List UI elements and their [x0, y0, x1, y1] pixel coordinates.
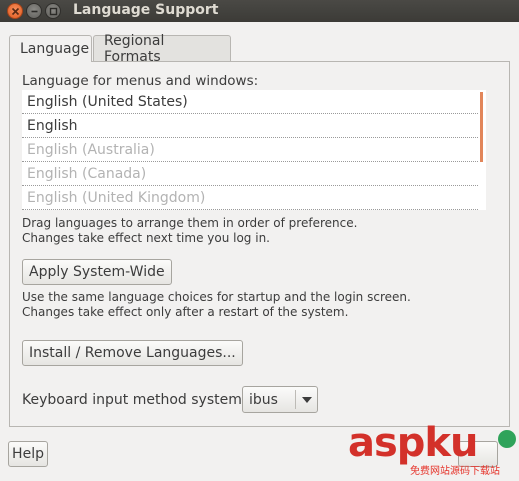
tab-regional-formats[interactable]: Regional Formats: [93, 33, 231, 65]
list-item[interactable]: English (United States): [22, 90, 478, 114]
maximize-icon: [49, 7, 58, 16]
window-title: Language Support: [73, 2, 219, 18]
install-remove-languages-button[interactable]: Install / Remove Languages...: [22, 340, 243, 366]
drag-hint-line-1: Drag languages to arrange them in order …: [22, 216, 358, 230]
chevron-down-icon: [296, 396, 317, 403]
list-item[interactable]: English (Australia): [22, 138, 478, 162]
watermark-logo: aspku 免费网站源码下载站: [348, 420, 516, 478]
drag-hint-line-2: Changes take effect next time you log in…: [22, 231, 270, 245]
apply-hint-line-2: Changes take effect only after a restart…: [22, 305, 349, 319]
watermark-text: aspku: [348, 420, 479, 466]
language-list[interactable]: English (United States) English English …: [22, 90, 486, 210]
close-icon: [11, 7, 20, 16]
title-bar: Language Support: [0, 0, 519, 22]
scrollbar-indicator[interactable]: [480, 92, 483, 162]
window-close-button[interactable]: [7, 3, 23, 19]
apply-hint-line-1: Use the same language choices for startu…: [22, 290, 411, 304]
minimize-icon: [31, 10, 38, 13]
language-list-label: Language for menus and windows:: [22, 73, 259, 89]
list-item[interactable]: English: [22, 114, 478, 138]
help-button[interactable]: Help: [8, 441, 48, 467]
input-method-select[interactable]: ibus: [242, 386, 318, 413]
window-minimize-button[interactable]: [26, 3, 42, 19]
watermark-dot: [498, 430, 516, 448]
list-item[interactable]: English (United Kingdom): [22, 186, 478, 210]
tab-language[interactable]: Language: [9, 35, 92, 62]
watermark-subtext: 免费网站源码下载站: [410, 466, 500, 477]
apply-system-wide-button[interactable]: Apply System-Wide: [22, 259, 172, 285]
window-maximize-button[interactable]: [45, 3, 61, 19]
input-method-label: Keyboard input method system:: [22, 392, 247, 408]
list-item[interactable]: English (Canada): [22, 162, 478, 186]
input-method-value: ibus: [249, 391, 278, 408]
